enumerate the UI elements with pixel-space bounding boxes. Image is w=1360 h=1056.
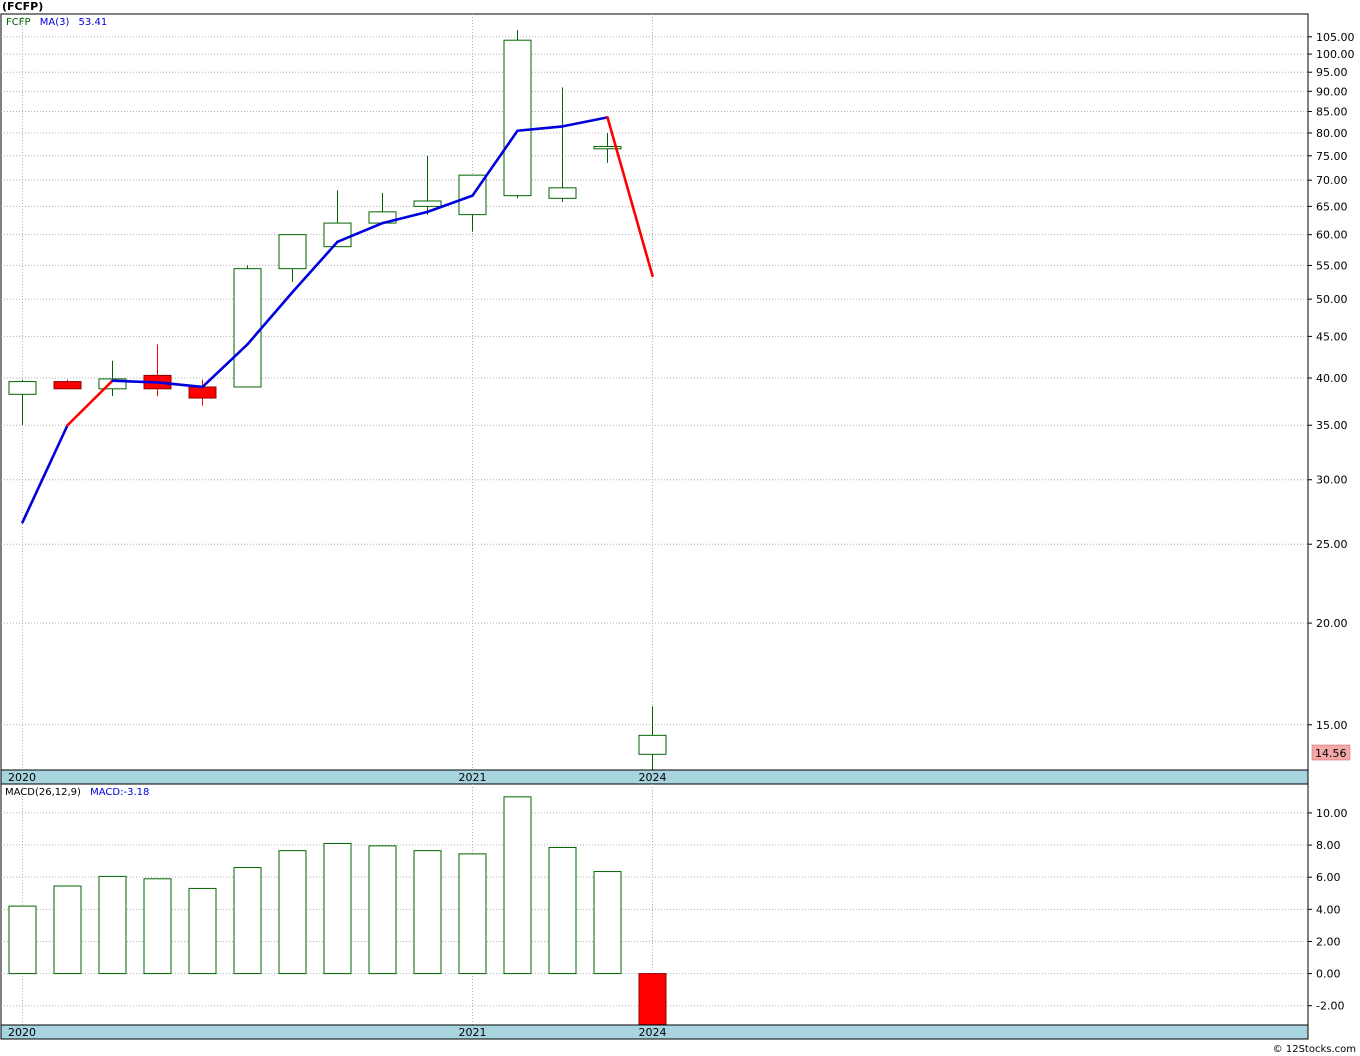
price-y-tick-label: 100.00: [1316, 48, 1355, 61]
price-y-tick-label: 15.00: [1316, 719, 1348, 732]
macd-bar: [98, 875, 127, 975]
macd-y-tick-label: 10.00: [1316, 807, 1348, 820]
macd-bar: [278, 850, 307, 975]
candle: [503, 30, 532, 199]
ma-segment: [111, 379, 159, 384]
price-y-tick-label: 60.00: [1316, 229, 1348, 242]
macd-bar: [53, 885, 82, 975]
x-tick-label: 2024: [639, 1026, 667, 1039]
price-y-tick-label: 85.00: [1316, 106, 1348, 119]
macd-y-axis: 10.00 8.00 6.00 4.00 2.00 0.00 -2.00: [1308, 807, 1348, 1013]
candle-body: [188, 386, 217, 399]
price-y-tick-label: 70.00: [1316, 174, 1348, 187]
legend-symbol: FCFP: [6, 17, 31, 28]
macd-y-tick-label: 2.00: [1316, 935, 1341, 948]
price-legend: FCFP MA(3) 53.41: [6, 17, 107, 28]
macd-bar: [8, 905, 37, 975]
price-y-tick-label: 35.00: [1316, 419, 1348, 432]
copyright: © 12Stocks.com: [1273, 1044, 1356, 1055]
price-y-tick-label: 95.00: [1316, 66, 1348, 79]
macd-y-tick-label: -2.00: [1316, 1000, 1344, 1013]
candle-body: [638, 734, 667, 755]
price-y-axis: 105.00 100.00 95.00 90.00 85.00 80.00 75.00 70.…: [1308, 31, 1355, 732]
macd-bar: [188, 887, 217, 975]
candle-body: [278, 234, 307, 270]
macd-bar: [593, 871, 622, 975]
x-tick-label: 2020: [8, 1026, 36, 1039]
price-y-tick-label: 50.00: [1316, 293, 1348, 306]
price-y-tick-label: 55.00: [1316, 259, 1348, 272]
price-y-tick-label: 45.00: [1316, 330, 1348, 343]
price-y-tick-label: 40.00: [1316, 372, 1348, 385]
candle-body: [503, 39, 532, 197]
last-price-label: 14.56: [1315, 747, 1347, 760]
macd-bar: [368, 845, 397, 975]
macd-y-tick-label: 8.00: [1316, 839, 1341, 852]
price-y-tick-label: 25.00: [1316, 538, 1348, 551]
legend-ma-label: MA(3): [40, 17, 70, 28]
candle-body: [548, 187, 577, 199]
candle-body: [233, 268, 262, 388]
candle-body: [8, 381, 37, 395]
price-y-tick-label: 80.00: [1316, 127, 1348, 140]
x-tick-label: 2021: [459, 771, 487, 784]
price-y-tick-label: 30.00: [1316, 474, 1348, 487]
x-tick-label: 2021: [459, 1026, 487, 1039]
candle-body: [53, 381, 82, 390]
macd-bar: [458, 853, 487, 975]
macd-bar: [233, 867, 262, 975]
price-y-tick-label: 105.00: [1316, 31, 1355, 44]
price-y-tick-label: 65.00: [1316, 200, 1348, 213]
candle: [233, 265, 262, 388]
price-y-tick-label: 90.00: [1316, 85, 1348, 98]
macd-legend: MACD(26,12,9) MACD:-3.18: [5, 787, 149, 798]
macd-y-tick-label: 6.00: [1316, 871, 1341, 884]
macd-y-tick-label: 0.00: [1316, 968, 1341, 981]
legend-ma-value: 53.41: [79, 17, 108, 28]
chart-title: (FCFP): [2, 0, 43, 13]
price-y-tick-label: 75.00: [1316, 150, 1348, 163]
macd-legend-name: MACD(26,12,9): [5, 787, 81, 798]
x-tick-label: 2020: [8, 771, 36, 784]
macd-bar: [323, 842, 352, 975]
candle: [53, 379, 82, 390]
candle-body: [413, 200, 442, 207]
macd-legend-value: MACD:-3.18: [90, 787, 149, 798]
x-tick-label: 2024: [639, 771, 667, 784]
macd-bar: [503, 796, 532, 975]
stock-chart: 105.00 100.00 95.00 90.00 85.00 80.00 75.00 70.…: [0, 0, 1356, 1055]
macd-bar: [548, 846, 577, 975]
macd-bar: [638, 973, 667, 1026]
macd-y-tick-label: 4.00: [1316, 903, 1341, 916]
macd-bar: [413, 850, 442, 975]
price-y-tick-label: 20.00: [1316, 617, 1348, 630]
macd-bar: [143, 878, 172, 975]
